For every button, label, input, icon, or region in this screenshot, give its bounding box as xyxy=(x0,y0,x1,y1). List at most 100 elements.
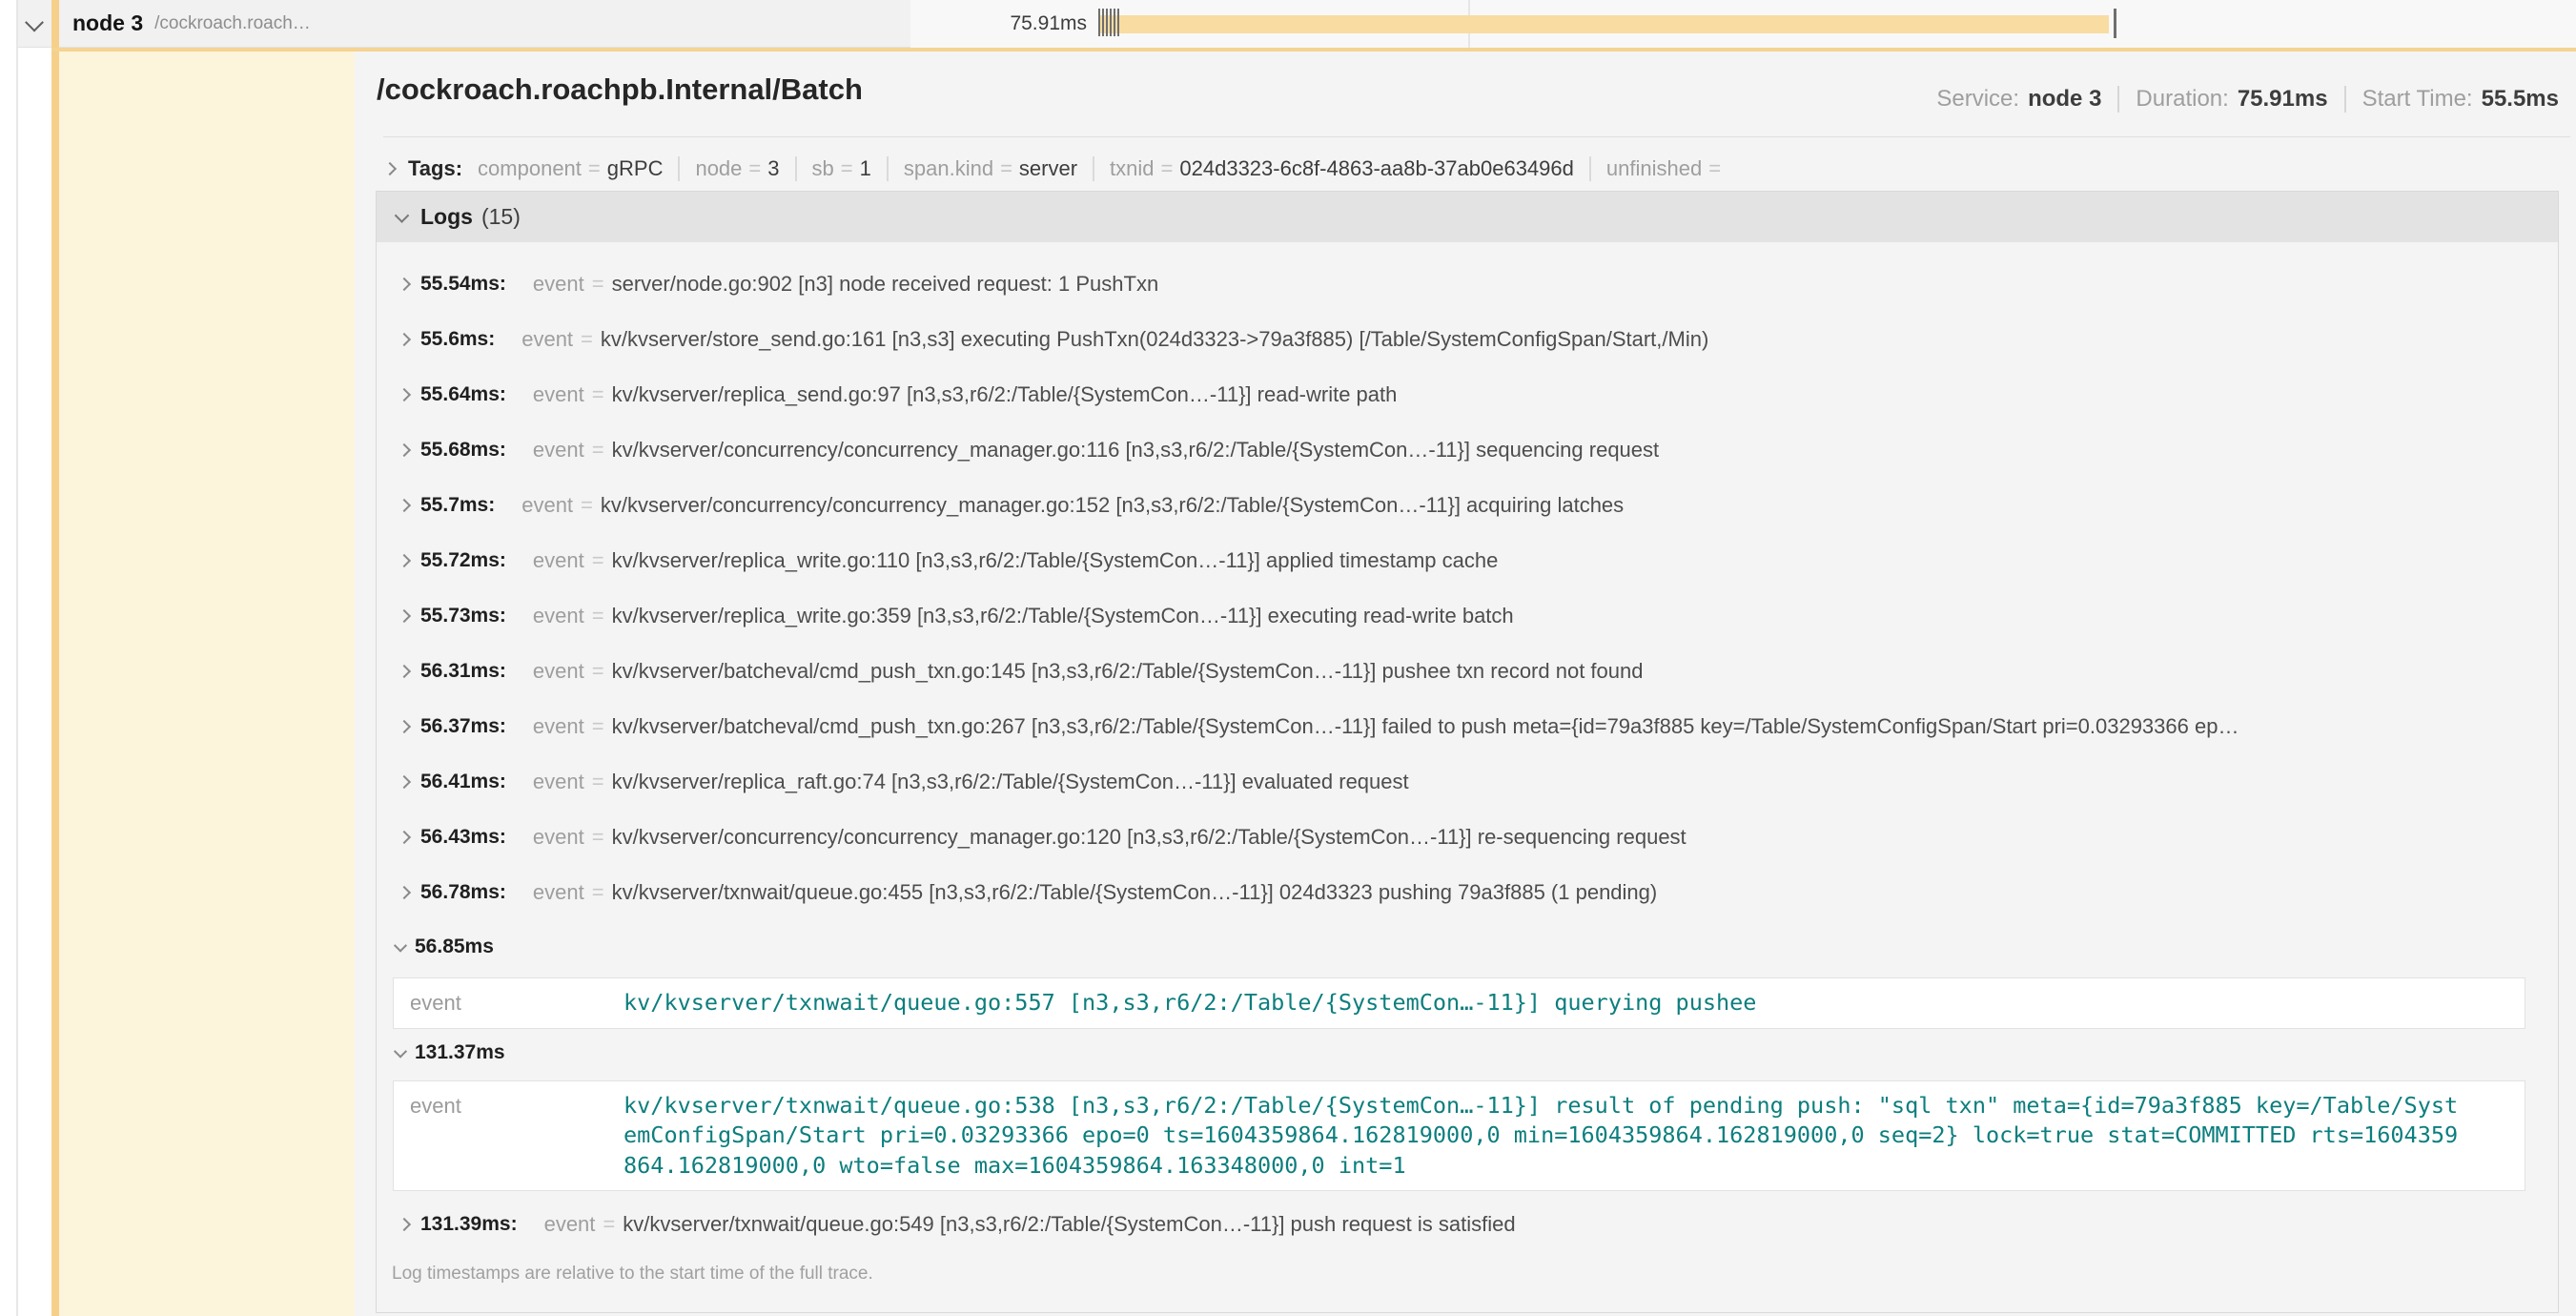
log-key: event xyxy=(533,604,584,627)
log-entry-row[interactable]: 131.39ms: event = kv/kvserver/txnwait/queu… xyxy=(377,1197,2558,1252)
log-value: kv/kvserver/concurrency/concurrency_mana… xyxy=(612,438,1660,462)
log-entry-row[interactable]: 55.64ms: event=kv/kvserver/replica_send.… xyxy=(377,367,2558,422)
equals-sign: = xyxy=(592,438,604,462)
log-entry-row[interactable]: 56.41ms: event=kv/kvserver/replica_raft.… xyxy=(377,754,2558,810)
logs-accordion: Logs (15) 55.54ms: event=server/node.go:… xyxy=(376,191,2559,1313)
chevron-down-icon[interactable] xyxy=(25,12,44,31)
duration-value: 75.91ms xyxy=(2238,86,2328,113)
log-marker[interactable] xyxy=(1117,9,1119,36)
logs-footer-note: Log timestamps are relative to the start… xyxy=(377,1264,2558,1285)
log-timestamp: 55.7ms: xyxy=(420,494,495,517)
log-marker[interactable] xyxy=(1098,9,1100,36)
tag-item[interactable]: txnid =024d3323-6c8f-4863-aa8b-37ab0e6349… xyxy=(1110,156,1574,181)
log-entry-row[interactable]: 56.78ms: event=kv/kvserver/txnwait/queue… xyxy=(377,865,2558,920)
equals-sign: = xyxy=(588,156,601,181)
tag-key: unfinished xyxy=(1606,156,1702,181)
log-key: event xyxy=(533,272,584,296)
log-summary: event=kv/kvserver/concurrency/concurrenc… xyxy=(521,493,2558,518)
log-entry-row[interactable]: 56.43ms: event=kv/kvserver/concurrency/c… xyxy=(377,810,2558,865)
log-entry-row[interactable]: 56.37ms: event=kv/kvserver/batcheval/cmd… xyxy=(377,699,2558,754)
log-entry-row[interactable]: 55.7ms: event=kv/kvserver/concurrency/co… xyxy=(377,478,2558,533)
start-time-value: 55.5ms xyxy=(2482,86,2559,113)
log-value: kv/kvserver/txnwait/queue.go:549 [n3,s3,… xyxy=(623,1212,1515,1236)
chevron-right-icon xyxy=(398,499,411,512)
log-timestamp: 55.54ms: xyxy=(420,273,506,296)
log-summary: event=kv/kvserver/replica_raft.go:74 [n3… xyxy=(533,770,2558,794)
span-indent-fill xyxy=(59,51,355,1316)
span-detail-meta: Service:node 3 Duration:75.91ms Start Ti… xyxy=(1936,86,2559,113)
equals-sign: = xyxy=(592,714,604,738)
log-entry-row[interactable]: 55.54ms: event=server/node.go:902 [n3] n… xyxy=(377,257,2558,312)
tag-value: 024d3323-6c8f-4863-aa8b-37ab0e63496d xyxy=(1179,156,1573,181)
logs-accordion-header[interactable]: Logs (15) xyxy=(377,192,2558,242)
equals-sign: = xyxy=(592,548,604,572)
chevron-down-icon xyxy=(395,208,410,223)
tag-key: component xyxy=(478,156,582,181)
log-timestamp: 56.41ms: xyxy=(420,771,506,793)
log-entry-expanded-header[interactable]: 56.85ms xyxy=(377,920,2558,974)
log-timestamp: 131.37ms xyxy=(415,1041,505,1064)
log-key: event xyxy=(544,1212,596,1236)
log-timestamp: 131.39ms: xyxy=(420,1213,518,1236)
log-entry-row[interactable]: 55.73ms: event=kv/kvserver/replica_write… xyxy=(377,588,2558,644)
title-divider xyxy=(383,136,2570,137)
tags-label: Tags: xyxy=(408,156,462,181)
span-name-column[interactable]: node 3 /cockroach.roach… xyxy=(18,0,910,48)
tag-item[interactable]: sb=1 xyxy=(812,156,871,181)
log-value: kv/kvserver/replica_write.go:110 [n3,s3,… xyxy=(612,548,1499,572)
log-timestamp: 56.31ms: xyxy=(420,660,506,683)
service-label: Service: xyxy=(1936,86,2019,113)
log-entry-row[interactable]: 55.6ms: event=kv/kvserver/store_send.go:… xyxy=(377,312,2558,367)
span-row[interactable]: node 3 /cockroach.roach… 75.91ms xyxy=(18,0,2576,48)
log-value: kv/kvserver/concurrency/concurrency_mana… xyxy=(612,825,1687,849)
tag-item[interactable]: span.kind=server xyxy=(904,156,1077,181)
equals-sign: = xyxy=(592,272,604,296)
log-kv-table: event kv/kvserver/txnwait/queue.go:557 [… xyxy=(393,977,2525,1029)
log-marker-end[interactable] xyxy=(2114,9,2116,38)
log-marker[interactable] xyxy=(1114,9,1115,36)
log-timestamp: 55.73ms: xyxy=(420,605,506,627)
tags-accordion-header[interactable]: Tags: component=gRPC node=3 sb=1 span.ki… xyxy=(385,150,1728,188)
log-value: kv/kvserver/concurrency/concurrency_mana… xyxy=(601,493,1624,517)
log-entry-row[interactable]: 55.72ms: event = kv/kvserver/replica_write… xyxy=(377,533,2558,588)
log-timestamp: 55.72ms: xyxy=(420,549,506,572)
tag-separator xyxy=(795,156,797,181)
log-value: kv/kvserver/replica_raft.go:74 [n3,s3,r6… xyxy=(612,770,1409,793)
log-entry-expanded-header[interactable]: 131.37ms xyxy=(377,1029,2558,1077)
log-entry-row[interactable]: 56.31ms: event=kv/kvserver/batcheval/cmd… xyxy=(377,644,2558,699)
log-entry-row[interactable]: 55.68ms: event=kv/kvserver/concurrency/c… xyxy=(377,422,2558,478)
tag-item[interactable]: node=3 xyxy=(695,156,779,181)
log-marker[interactable] xyxy=(1102,9,1104,36)
tag-item[interactable]: component=gRPC xyxy=(478,156,663,181)
tag-separator xyxy=(887,156,889,181)
log-summary: event=kv/kvserver/replica_write.go:359 [… xyxy=(533,604,2558,628)
chevron-right-icon xyxy=(398,443,411,457)
chevron-right-icon xyxy=(398,609,411,623)
logs-count: (15) xyxy=(481,204,521,230)
equals-sign: = xyxy=(592,604,604,627)
equals-sign: = xyxy=(1161,156,1174,181)
tag-value: 3 xyxy=(767,156,779,181)
log-value: kv/kvserver/batcheval/cmd_push_txn.go:14… xyxy=(612,659,1644,683)
equals-sign: = xyxy=(603,1212,615,1236)
tags-list: component=gRPC node=3 sb=1 span.kind=ser… xyxy=(462,156,1728,181)
tag-key: txnid xyxy=(1110,156,1154,181)
tag-item[interactable]: unfinished= xyxy=(1606,156,1728,181)
chevron-down-icon xyxy=(394,939,407,953)
log-summary: event = kv/kvserver/txnwait/queue.go:549 [… xyxy=(544,1212,2558,1237)
meta-separator xyxy=(2344,86,2346,113)
log-timestamp: 56.43ms: xyxy=(420,826,506,849)
span-bar[interactable] xyxy=(1098,15,2109,33)
chevron-right-icon xyxy=(398,886,411,899)
log-marker[interactable] xyxy=(1106,9,1108,36)
log-key: event xyxy=(533,714,584,738)
logs-title: Logs xyxy=(420,204,473,230)
log-kv-table: event kv/kvserver/txnwait/queue.go:538 [… xyxy=(393,1080,2525,1192)
span-timeline[interactable]: 75.91ms xyxy=(910,0,2576,48)
log-key: event xyxy=(533,548,584,572)
log-summary: event = kv/kvserver/replica_write.go:110 [… xyxy=(533,548,2558,573)
log-marker[interactable] xyxy=(1110,9,1112,36)
equals-sign: = xyxy=(592,659,604,683)
equals-sign: = xyxy=(581,327,593,351)
log-key: event xyxy=(533,825,584,849)
